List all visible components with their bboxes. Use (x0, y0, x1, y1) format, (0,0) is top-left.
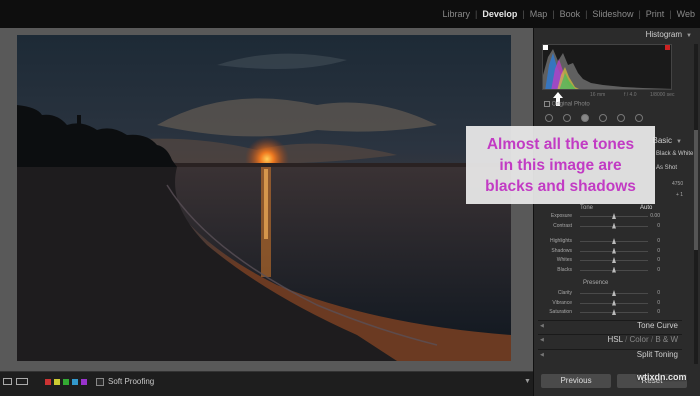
hsl-tab[interactable]: HSL (608, 335, 623, 344)
tone-label: Tone (580, 205, 594, 211)
slider-value[interactable]: 0 (657, 309, 660, 315)
triangle-left-icon: ◀ (540, 352, 544, 358)
module-picker: Library | Develop | Map | Book | Slidesh… (437, 9, 700, 19)
radial-filter-icon[interactable] (617, 114, 625, 122)
slider-value[interactable]: 0 (657, 248, 660, 254)
split-toning-title: Split Toning (636, 350, 678, 359)
triangle-down-icon: ▼ (676, 139, 682, 145)
slider-value[interactable]: 0 (657, 257, 660, 263)
original-photo-checkbox[interactable] (544, 101, 550, 107)
yellow-label-swatch[interactable] (54, 379, 60, 385)
tab-separator: / (650, 335, 654, 344)
histogram[interactable] (542, 44, 672, 90)
spot-removal-icon[interactable] (563, 114, 571, 122)
soft-proofing-toggle[interactable]: Soft Proofing (96, 377, 154, 386)
chevron-down-icon[interactable]: ▼ (524, 378, 531, 385)
temp-value[interactable]: 4750 (672, 181, 683, 187)
slider-value[interactable]: 0 (657, 300, 660, 306)
green-label-swatch[interactable] (63, 379, 69, 385)
shadow-clipping-indicator[interactable] (543, 45, 548, 50)
slider-value[interactable]: 0.00 (650, 213, 660, 219)
module-map[interactable]: Map (525, 9, 553, 19)
slider-value[interactable]: 0 (657, 223, 660, 229)
slider-clarity[interactable]: Clarity 0 (540, 290, 660, 298)
slider-label: Exposure (550, 213, 572, 219)
tint-value[interactable]: + 1 (676, 192, 683, 198)
annotation-callout: Almost all the tones in this image are b… (466, 126, 655, 204)
black-white-tab[interactable]: Black & White (656, 151, 693, 157)
slider-label: Blacks (557, 266, 572, 273)
slider-blacks[interactable]: Blacks 0 (540, 266, 660, 275)
aperture: f / 4.0 (624, 92, 637, 98)
red-label-swatch[interactable] (45, 379, 51, 385)
module-web[interactable]: Web (672, 9, 700, 19)
callout-line-2: in this image are (499, 156, 622, 174)
slider-value[interactable]: 0 (657, 238, 660, 244)
triangle-down-icon: ▼ (686, 33, 692, 39)
module-print[interactable]: Print (641, 9, 670, 19)
watermark: wtixdn.com (637, 372, 687, 382)
callout-line-3: blacks and shadows (485, 177, 636, 195)
color-tab[interactable]: Color (630, 335, 649, 344)
slider-highlights[interactable]: Highlights 0 (540, 238, 660, 246)
hsl-header[interactable]: ◀ HSL / Color / B & W (538, 334, 682, 348)
histogram-title: Histogram (645, 30, 683, 39)
histogram-header[interactable]: Histogram ▼ (537, 30, 692, 43)
bottom-toolbar: Soft Proofing ▼ (0, 371, 533, 396)
slider-vibrance[interactable]: Vibrance 0 (540, 299, 660, 308)
slider-label: Vibrance (552, 299, 572, 306)
tab-separator: / (625, 335, 628, 344)
soft-proofing-checkbox[interactable] (96, 377, 104, 386)
module-bar: Library | Develop | Map | Book | Slidesh… (0, 0, 700, 28)
wb-preset-select[interactable]: As Shot (656, 165, 677, 171)
develop-tool-strip (545, 114, 643, 122)
slider-label: Clarity (557, 290, 572, 296)
focal-length: 16 mm (590, 92, 606, 98)
adjustment-brush-icon[interactable] (635, 114, 643, 122)
auto-tone-button[interactable]: Auto (640, 205, 652, 211)
triangle-left-icon: ◀ (540, 323, 544, 329)
soft-proofing-label: Soft Proofing (108, 377, 155, 386)
slider-label: Highlights (550, 238, 572, 244)
graduated-filter-icon[interactable] (599, 114, 607, 122)
slider-label: Saturation (549, 309, 572, 315)
slider-label: Shadows (551, 247, 572, 254)
shutter-speed: 1/8000 sec (650, 92, 675, 98)
crop-tool-icon[interactable] (545, 114, 553, 122)
module-book[interactable]: Book (555, 9, 586, 19)
basic-title: Basic (652, 136, 673, 145)
loupe-view-icon[interactable] (3, 378, 12, 385)
tone-curve-title: Tone Curve (637, 321, 678, 330)
slider-exposure[interactable]: Exposure 0.00 (540, 213, 660, 221)
slider-value[interactable]: 0 (657, 267, 660, 273)
highlight-clipping-indicator[interactable] (665, 45, 670, 50)
presence-label: Presence (583, 280, 609, 286)
slider-label: Contrast (553, 222, 572, 229)
module-library[interactable]: Library (437, 9, 475, 19)
scrollbar-thumb[interactable] (694, 130, 698, 250)
split-toning-header[interactable]: ◀ Split Toning (538, 349, 682, 363)
slider-label: Whites (556, 257, 572, 263)
original-photo-toggle[interactable]: Original Photo (544, 101, 590, 108)
before-after-icon[interactable] (16, 378, 28, 385)
tone-curve-header[interactable]: ◀ Tone Curve (538, 320, 682, 334)
callout-line-1: Almost all the tones (486, 135, 635, 153)
slider-whites[interactable]: Whites 0 (540, 257, 660, 265)
module-develop[interactable]: Develop (477, 9, 522, 19)
bw-tab[interactable]: B & W (655, 335, 678, 344)
red-eye-icon[interactable] (581, 114, 589, 122)
slider-shadows[interactable]: Shadows 0 (540, 247, 660, 256)
slider-contrast[interactable]: Contrast 0 (540, 222, 660, 231)
blue-label-swatch[interactable] (72, 379, 78, 385)
purple-label-swatch[interactable] (81, 379, 87, 385)
original-photo-label: Original Photo (551, 101, 590, 108)
triangle-left-icon: ◀ (540, 337, 544, 343)
module-slideshow[interactable]: Slideshow (587, 9, 638, 19)
slider-saturation[interactable]: Saturation 0 (540, 309, 660, 317)
sunset-beach-photo[interactable] (17, 35, 511, 361)
slider-value[interactable]: 0 (657, 290, 660, 296)
previous-button[interactable]: Previous (541, 374, 611, 388)
image-canvas[interactable] (0, 28, 533, 371)
